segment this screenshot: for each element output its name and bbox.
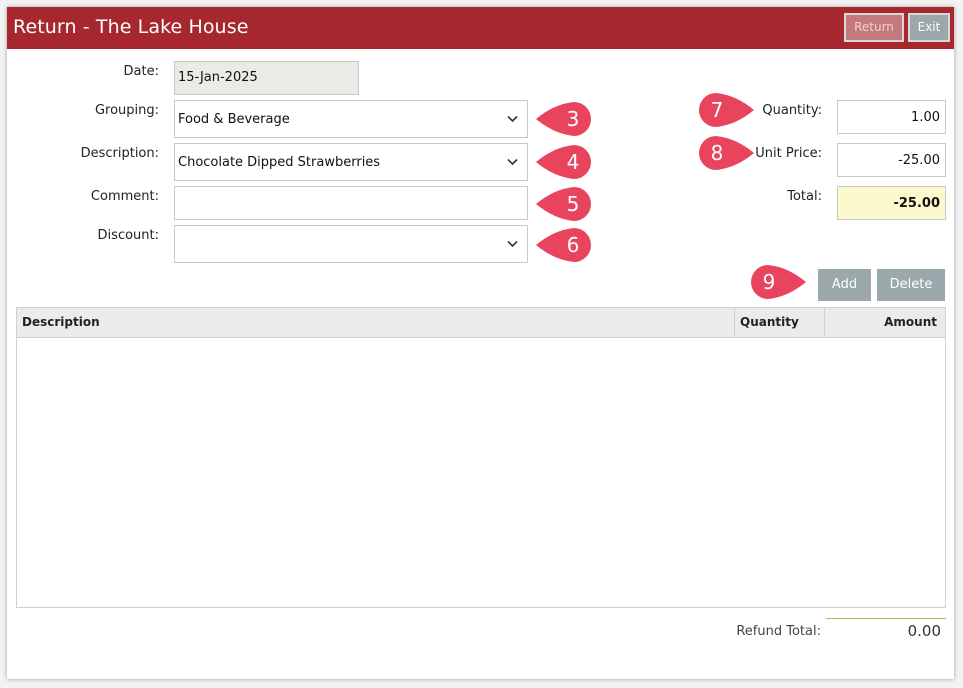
unit-price-input[interactable]: -25.00 (837, 143, 946, 177)
callout-marker-6: 6 (534, 226, 598, 268)
callout-marker-8: 8 (692, 134, 756, 176)
quantity-input[interactable]: 1.00 (837, 100, 946, 134)
callout-marker-4: 4 (534, 143, 598, 185)
unit-price-value: -25.00 (898, 153, 940, 168)
add-button[interactable]: Add (818, 269, 871, 301)
column-header-description[interactable]: Description (22, 308, 734, 337)
callout-marker-9: 9 (744, 263, 808, 305)
title-bar: Return - The Lake House Return Exit (7, 7, 954, 49)
callout-marker-7: 7 (692, 91, 756, 133)
grouping-value: Food & Beverage (178, 112, 290, 127)
description-label: Description: (80, 146, 159, 161)
grouping-select[interactable]: Food & Beverage (174, 100, 528, 138)
date-value: 15-Jan-2025 (178, 70, 258, 85)
grouping-label: Grouping: (94, 103, 159, 118)
comment-input[interactable] (174, 186, 528, 220)
refund-total-value: 0.00 (907, 622, 941, 640)
comment-label: Comment: (90, 189, 159, 204)
column-header-quantity[interactable]: Quantity (734, 308, 824, 337)
callout-marker-3: 3 (534, 100, 598, 142)
discount-label: Discount: (97, 228, 159, 243)
table-header: Description Quantity Amount (17, 308, 945, 338)
window-title: Return - The Lake House (13, 16, 249, 38)
total-label: Total: (787, 189, 822, 204)
chevron-down-icon (507, 158, 518, 166)
discount-select[interactable] (174, 225, 528, 263)
chevron-down-icon (507, 240, 518, 248)
date-label: Date: (123, 64, 159, 79)
items-table: Description Quantity Amount (16, 307, 946, 608)
exit-button[interactable]: Exit (908, 13, 950, 42)
chevron-down-icon (507, 115, 518, 123)
description-value: Chocolate Dipped Strawberries (178, 155, 381, 170)
callout-marker-5: 5 (534, 185, 598, 227)
column-header-amount[interactable]: Amount (824, 308, 945, 337)
quantity-value: 1.00 (911, 110, 940, 125)
return-dialog: Return - The Lake House Return Exit Date… (7, 7, 954, 679)
refund-total-label: Refund Total: (736, 624, 821, 639)
description-select[interactable]: Chocolate Dipped Strawberries (174, 143, 528, 181)
total-field: -25.00 (837, 186, 946, 220)
return-button[interactable]: Return (844, 13, 904, 42)
date-field[interactable]: 15-Jan-2025 (174, 61, 359, 95)
total-value: -25.00 (893, 196, 940, 211)
delete-button[interactable]: Delete (877, 269, 945, 301)
refund-total-divider (826, 618, 946, 619)
